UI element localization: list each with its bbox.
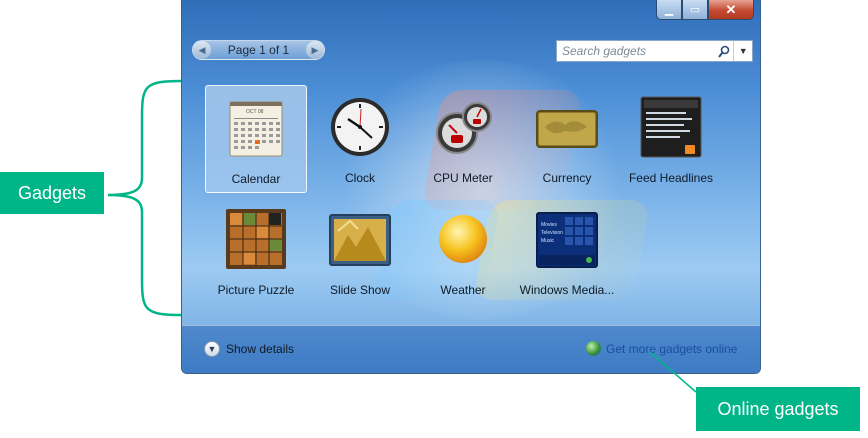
gadget-weather[interactable]: Weather [412,197,514,305]
calendar-icon: OCT 08 [229,101,283,157]
search-icon[interactable] [714,45,733,58]
previous-page-button[interactable]: ◀ [193,41,211,59]
close-button[interactable]: ✕ [708,0,754,20]
search-input[interactable] [557,43,714,59]
gadget-cpu-meter[interactable]: CPU Meter [412,85,514,193]
media-menu-item: Movies [541,222,557,228]
search-box: ▼ [556,40,753,62]
chevron-down-icon: ▼ [204,341,220,357]
gadget-label: Windows Media... [519,283,615,297]
gadget-picture-puzzle[interactable]: Picture Puzzle [205,197,307,305]
gadgets-brace [107,79,183,317]
show-details-label: Show details [226,342,295,356]
calendar-month: OCT 08 [246,109,264,115]
pager: ◀ Page 1 of 1 ▶ [192,40,325,60]
windows-media-center-icon: Movies Television Music [536,212,598,268]
gadgets-callout: Gadgets [0,172,104,214]
online-gadgets-leader [649,351,697,393]
gadget-label: Slide Show [329,283,391,297]
weather-icon [439,215,487,263]
cpu-meter-icon [436,102,492,154]
gadget-feed-headlines[interactable]: Feed Headlines [620,85,722,193]
show-details-button[interactable]: ▼ Show details [204,341,294,357]
gadget-currency[interactable]: Currency [516,85,618,193]
page-indicator: Page 1 of 1 [227,43,290,57]
gadget-label: Weather [440,283,486,297]
feed-headlines-icon [640,96,702,158]
gadget-label: Calendar [231,172,281,186]
gadget-gallery-window: ▁ ▭ ✕ ◀ Page 1 of 1 ▶ ▼ OCT 08 [181,0,761,374]
globe-icon [586,341,601,356]
gadget-label: CPU Meter [433,171,493,185]
slide-show-icon [329,214,391,266]
gadget-slide-show[interactable]: Slide Show [309,197,411,305]
clock-icon [331,98,389,156]
gadget-label: Picture Puzzle [217,283,295,297]
next-page-button[interactable]: ▶ [305,41,324,59]
gadget-windows-media-center[interactable]: Movies Television Music Windows Media... [516,197,618,305]
online-gadgets-callout: Online gadgets [696,387,860,431]
gadget-label: Currency [542,171,592,185]
minimize-button[interactable]: ▁ [656,0,682,20]
gadget-label: Clock [344,171,375,185]
caption-buttons: ▁ ▭ ✕ [656,0,754,22]
gadget-label: Feed Headlines [628,171,714,185]
picture-puzzle-icon [226,209,286,269]
media-menu-item: Music [541,238,555,244]
gadget-calendar[interactable]: OCT 08 Calendar [205,85,307,193]
currency-icon [536,110,598,148]
search-dropdown-button[interactable]: ▼ [733,41,752,61]
gadget-clock[interactable]: Clock [309,85,411,193]
media-menu-item: Television [541,230,563,236]
maximize-button[interactable]: ▭ [682,0,708,20]
